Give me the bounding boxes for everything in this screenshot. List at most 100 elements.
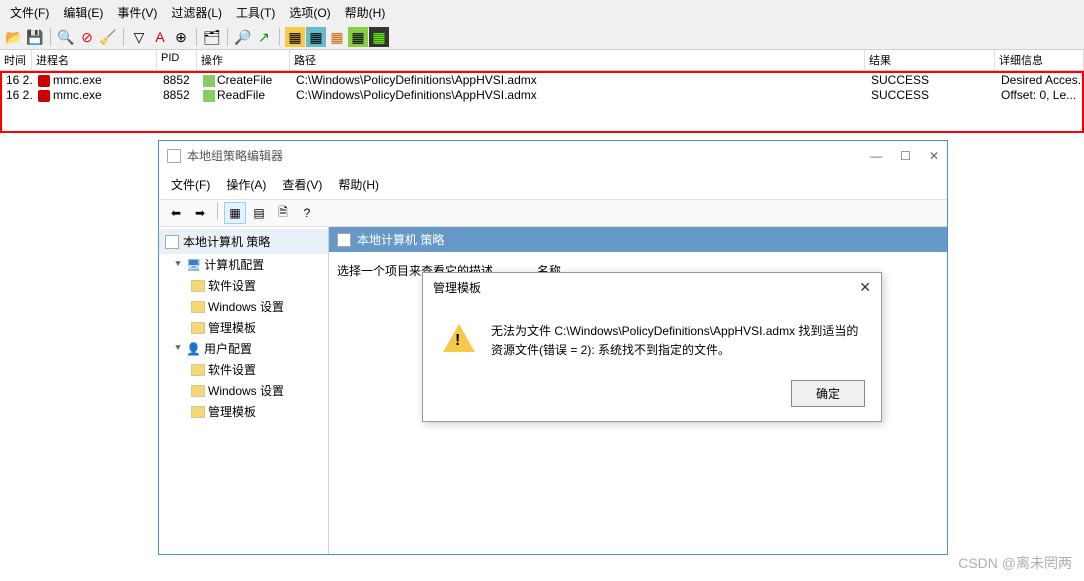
- col-time[interactable]: 时间: [0, 50, 32, 70]
- tree-root[interactable]: 本地计算机 策略: [159, 229, 328, 254]
- folder-icon: [191, 364, 205, 376]
- window-title: 本地组策略编辑器: [187, 147, 283, 164]
- tree-user-config[interactable]: ⯆👤用户配置: [159, 338, 328, 359]
- forward-icon[interactable]: ➡: [189, 202, 211, 224]
- process-tree-icon[interactable]: 🗂: [202, 27, 222, 47]
- menu-tools[interactable]: 工具(T): [230, 2, 281, 23]
- gmenu-help[interactable]: 帮助(H): [334, 174, 383, 195]
- tree-software-settings[interactable]: 软件设置: [159, 275, 328, 296]
- warning-icon: [443, 322, 475, 354]
- tree-admin-templates[interactable]: 管理模板: [159, 317, 328, 338]
- dialog-close-button[interactable]: ✕: [859, 279, 871, 296]
- cell-detail: Desired Acces...: [997, 73, 1082, 88]
- cell-process: mmc.exe: [34, 73, 159, 88]
- process-icon: [38, 90, 50, 102]
- file-op-icon: [203, 90, 215, 102]
- folder-icon: [191, 301, 205, 313]
- cell-detail: Offset: 0, Le...: [997, 88, 1082, 103]
- dialog-message: 无法为文件 C:\Windows\PolicyDefinitions\AppHV…: [491, 322, 861, 360]
- col-path[interactable]: 路径: [290, 50, 865, 70]
- gmenu-view[interactable]: 查看(V): [278, 174, 326, 195]
- cell-pid: 8852: [159, 88, 199, 103]
- cell-process: mmc.exe: [34, 88, 159, 103]
- col-process[interactable]: 进程名: [32, 50, 157, 70]
- save-icon[interactable]: 💾: [25, 27, 45, 47]
- menu-event[interactable]: 事件(V): [111, 2, 163, 23]
- main-toolbar: 📂 💾 🔍 ⊘ 🧹 ▽ A ⊕ 🗂 🔎 ↗ ▦ ▦ ▦ ▦ ▦: [0, 25, 1084, 50]
- cell-time: 16 2...: [2, 88, 34, 103]
- open-icon[interactable]: 📂: [4, 27, 24, 47]
- file-op-icon: [203, 75, 215, 87]
- table-row[interactable]: 16 2... mmc.exe 8852 CreateFile C:\Windo…: [2, 73, 1082, 88]
- col-detail[interactable]: 详细信息: [995, 50, 1084, 70]
- gmenu-file[interactable]: 文件(F): [167, 174, 214, 195]
- gpedit-toolbar: ⬅ ➡ ▦ ▤ 🗎 ?: [159, 199, 947, 227]
- cell-result: SUCCESS: [867, 88, 997, 103]
- cell-pid: 8852: [159, 73, 199, 88]
- folder-icon: [191, 385, 205, 397]
- tree-computer-config[interactable]: ⯆🖥计算机配置: [159, 254, 328, 275]
- cell-time: 16 2...: [2, 73, 34, 88]
- tree-windows-settings[interactable]: Windows 设置: [159, 296, 328, 317]
- folder-icon: [191, 280, 205, 292]
- jump-icon[interactable]: ↗: [254, 27, 274, 47]
- process-icon: [38, 75, 50, 87]
- refresh-icon[interactable]: 🗎: [272, 202, 294, 224]
- main-menu: 文件(F) 编辑(E) 事件(V) 过滤器(L) 工具(T) 选项(O) 帮助(…: [0, 0, 1084, 25]
- app-icon: [167, 149, 181, 163]
- tree-windows-settings-u[interactable]: Windows 设置: [159, 380, 328, 401]
- table-row[interactable]: 16 2... mmc.exe 8852 ReadFile C:\Windows…: [2, 88, 1082, 103]
- menu-filter[interactable]: 过滤器(L): [165, 2, 228, 23]
- view-detail-icon[interactable]: ▤: [248, 202, 270, 224]
- help-icon[interactable]: ?: [296, 202, 318, 224]
- include-icon[interactable]: ⊕: [171, 27, 191, 47]
- table-header: 时间 进程名 PID 操作 路径 结果 详细信息: [0, 50, 1084, 71]
- menu-edit[interactable]: 编辑(E): [57, 2, 109, 23]
- cell-op: CreateFile: [199, 73, 292, 88]
- cell-path: C:\Windows\PolicyDefinitions\AppHVSI.adm…: [292, 88, 867, 103]
- back-icon[interactable]: ⬅: [165, 202, 187, 224]
- profiling-icon[interactable]: ▦: [369, 27, 389, 47]
- content-header: 本地计算机 策略: [329, 227, 947, 252]
- gpedit-menu: 文件(F) 操作(A) 查看(V) 帮助(H): [159, 170, 947, 199]
- filesystem-icon[interactable]: ▦: [306, 27, 326, 47]
- capture-icon[interactable]: 🔍: [56, 27, 76, 47]
- find-icon[interactable]: 🔎: [233, 27, 253, 47]
- clear-icon[interactable]: 🧹: [98, 27, 118, 47]
- cell-op: ReadFile: [199, 88, 292, 103]
- highlighted-rows: 16 2... mmc.exe 8852 CreateFile C:\Windo…: [0, 71, 1084, 133]
- col-operation[interactable]: 操作: [197, 50, 290, 70]
- policy-icon: [337, 233, 351, 247]
- error-dialog: 管理模板 ✕ 无法为文件 C:\Windows\PolicyDefinition…: [422, 272, 882, 422]
- col-pid[interactable]: PID: [157, 50, 197, 70]
- gpedit-titlebar[interactable]: 本地组策略编辑器 — ☐ ✕: [159, 141, 947, 170]
- tree-admin-templates-u[interactable]: 管理模板: [159, 401, 328, 422]
- tree-pane: 本地计算机 策略 ⯆🖥计算机配置 软件设置 Windows 设置 管理模板 ⯆👤…: [159, 227, 329, 554]
- view-list-icon[interactable]: ▦: [224, 202, 246, 224]
- process-icon[interactable]: ▦: [348, 27, 368, 47]
- computer-icon: 🖥: [186, 258, 201, 272]
- close-button[interactable]: ✕: [929, 149, 939, 163]
- minimize-button[interactable]: —: [870, 149, 882, 163]
- cell-path: C:\Windows\PolicyDefinitions\AppHVSI.adm…: [292, 73, 867, 88]
- menu-help[interactable]: 帮助(H): [339, 2, 392, 23]
- ok-button[interactable]: 确定: [791, 380, 865, 407]
- maximize-button[interactable]: ☐: [900, 149, 911, 163]
- network-icon[interactable]: ▦: [327, 27, 347, 47]
- menu-options[interactable]: 选项(O): [283, 2, 336, 23]
- folder-icon: [191, 322, 205, 334]
- registry-icon[interactable]: ▦: [285, 27, 305, 47]
- dialog-titlebar[interactable]: 管理模板 ✕: [423, 273, 881, 302]
- highlight-icon[interactable]: A: [150, 27, 170, 47]
- menu-file[interactable]: 文件(F): [4, 2, 55, 23]
- folder-icon: [191, 406, 205, 418]
- col-result[interactable]: 结果: [865, 50, 995, 70]
- filter-icon[interactable]: ▽: [129, 27, 149, 47]
- autoscroll-icon[interactable]: ⊘: [77, 27, 97, 47]
- user-icon: 👤: [186, 342, 201, 356]
- watermark: CSDN @离未罔两: [958, 553, 1072, 573]
- tree-software-settings-u[interactable]: 软件设置: [159, 359, 328, 380]
- gmenu-action[interactable]: 操作(A): [222, 174, 270, 195]
- dialog-title: 管理模板: [433, 279, 481, 296]
- policy-icon: [165, 235, 179, 249]
